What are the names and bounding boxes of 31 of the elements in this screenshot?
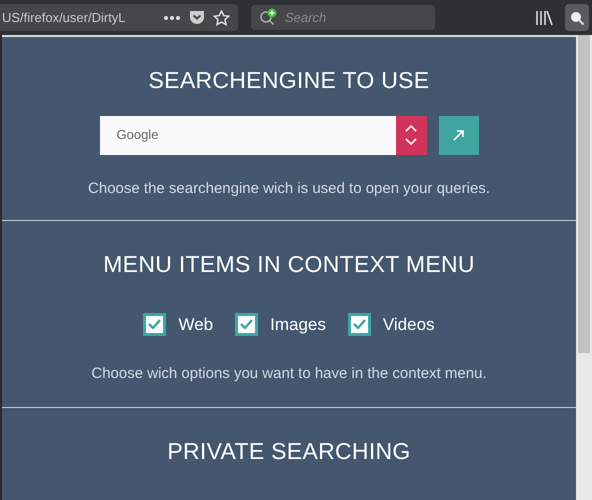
section-description: Choose the searchengine wich is used to open your queries. [88, 178, 490, 198]
extension-button[interactable] [565, 4, 589, 31]
url-text: US/firefox/user/DirtyL [2, 8, 127, 27]
arrow-icon [453, 130, 464, 140]
checkbox[interactable] [235, 312, 258, 336]
option-label: Videos [382, 314, 435, 336]
spinner-button[interactable] [396, 116, 426, 154]
section-title: MENU ITEMS IN CONTEXT MENU [103, 250, 475, 279]
search-field[interactable]: Search [251, 5, 435, 30]
check-icon [148, 319, 162, 330]
caret-up-icon [405, 125, 417, 132]
checkbox[interactable] [143, 312, 166, 336]
engine-select[interactable]: Google [100, 116, 426, 154]
search-icon [569, 10, 585, 26]
url-bar[interactable]: US/firefox/user/DirtyL [0, 4, 238, 31]
section-title: PRIVATE SEARCHING [167, 437, 411, 466]
star-icon[interactable] [213, 10, 230, 26]
more-icon[interactable] [163, 14, 181, 20]
pocket-icon[interactable] [189, 10, 205, 25]
checkbox[interactable] [348, 312, 371, 336]
section-title: SEARCHENGINE TO USE [148, 66, 430, 95]
scrollbar-thumb[interactable] [578, 35, 590, 353]
library-icon[interactable] [535, 10, 553, 26]
check-icon [240, 319, 254, 330]
engine-value: Google [116, 126, 160, 144]
section-description: Choose wich options you want to have in the context menu. [91, 364, 487, 384]
check-icon [352, 319, 366, 330]
option-label: Web [178, 314, 214, 336]
open-button[interactable] [438, 116, 478, 154]
caret-down-icon [405, 138, 417, 145]
option-label: Images [270, 314, 326, 336]
